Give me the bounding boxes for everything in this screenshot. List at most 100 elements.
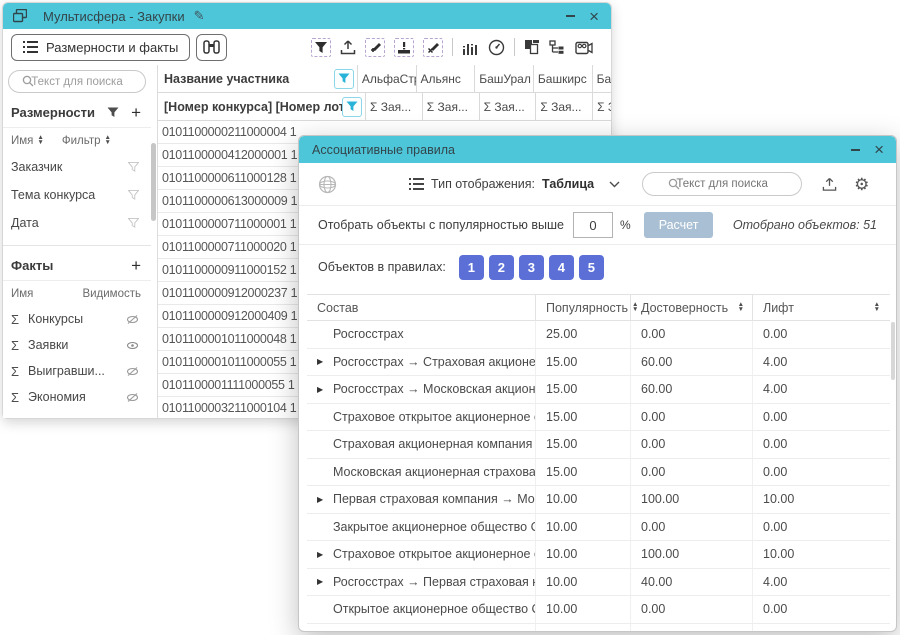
- hierarchy-button[interactable]: [549, 40, 566, 55]
- main-toolbar: Размерности и факты: [3, 29, 611, 65]
- rule-row[interactable]: ▶Росгосстрах 25.00 0.00 0.00: [307, 321, 890, 349]
- column-header[interactable]: АльфаСтр: [358, 65, 417, 92]
- rule-size-button-1[interactable]: 1: [459, 255, 484, 280]
- chevron-down-icon: [609, 181, 620, 188]
- dimension-item-tema-konkursa[interactable]: Тема конкурса: [3, 181, 151, 209]
- gauge-icon: [488, 39, 505, 56]
- edit-title-icon[interactable]: ✎: [194, 8, 205, 24]
- rule-row[interactable]: ▶Страховое открытое акционерное общест..…: [307, 541, 890, 569]
- edit-add-button[interactable]: [365, 38, 385, 57]
- add-dimension-button[interactable]: +: [131, 104, 141, 121]
- gauge-button[interactable]: [488, 39, 505, 56]
- filter-icon[interactable]: [128, 190, 139, 200]
- rule-row[interactable]: ▶Московская акционерная страховая комп..…: [307, 459, 890, 487]
- eye-slash-icon[interactable]: [126, 366, 139, 377]
- rule-size-button-5[interactable]: 5: [579, 255, 604, 280]
- column-header[interactable]: БашУрал: [475, 65, 534, 92]
- dialog-titlebar: Ассоциативные правила ×: [299, 136, 896, 163]
- sort-icon[interactable]: ▲▼: [738, 303, 744, 311]
- eye-slash-icon[interactable]: [126, 314, 139, 325]
- copy-button[interactable]: [524, 39, 540, 55]
- dimensions-filter-icon[interactable]: [107, 107, 119, 118]
- rule-row[interactable]: ▶Страховое открытое акционерное общест..…: [307, 404, 890, 432]
- sort-icon[interactable]: ▲▼: [104, 136, 110, 144]
- dimension-item-zakazchik[interactable]: Заказчик: [3, 153, 151, 181]
- column-header[interactable]: Баш: [593, 65, 611, 92]
- calculate-button[interactable]: Расчет: [644, 212, 714, 238]
- camera-button[interactable]: [575, 40, 593, 55]
- col-popularity[interactable]: Популярность ▲▼: [536, 295, 631, 320]
- rule-size-button-2[interactable]: 2: [489, 255, 514, 280]
- expand-icon[interactable]: ▶: [317, 495, 333, 504]
- expand-icon[interactable]: ▶: [317, 550, 333, 559]
- participant-name-header[interactable]: Название участника: [164, 72, 334, 86]
- col-filter-label[interactable]: Фильтр: [62, 135, 101, 147]
- dialog-export-button[interactable]: [822, 177, 837, 192]
- display-type-value: Таблица: [542, 177, 594, 191]
- participant-filter-button[interactable]: [334, 69, 354, 89]
- column-header[interactable]: Башкирс: [534, 65, 593, 92]
- toolbar-divider: [452, 38, 453, 56]
- dialog-search-input[interactable]: [642, 172, 802, 196]
- settings-button[interactable]: ⚙: [854, 176, 869, 193]
- col-lift[interactable]: Лифт ▲▼: [753, 295, 890, 320]
- edit-remove-button[interactable]: [423, 38, 443, 57]
- fact-item-ekonomiya[interactable]: Σ Экономия: [3, 384, 151, 410]
- eye-slash-icon[interactable]: [126, 392, 139, 403]
- rule-size-button-3[interactable]: 3: [519, 255, 544, 280]
- col-confidence[interactable]: Достоверность ▲▼: [631, 295, 753, 320]
- minimize-button[interactable]: [566, 15, 575, 17]
- measure-header[interactable]: Σ Зая...: [366, 93, 423, 120]
- measure-header[interactable]: Σ Зая...: [536, 93, 593, 120]
- dialog-scrollbar-thumb[interactable]: [891, 322, 895, 380]
- expand-icon[interactable]: ▶: [317, 385, 333, 394]
- dimension-item-data[interactable]: Дата: [3, 209, 151, 237]
- filter-icon[interactable]: [128, 162, 139, 172]
- fact-item-konkursy[interactable]: Σ Конкурсы: [3, 306, 151, 332]
- rule-row[interactable]: ▶Первая страховая компания → Московска..…: [307, 486, 890, 514]
- facts-title: Факты: [11, 258, 53, 273]
- column-header[interactable]: Альянс: [417, 65, 476, 92]
- close-button[interactable]: ×: [589, 8, 599, 25]
- rule-row[interactable]: ▶Открытое акционерное общество Страхов..…: [307, 596, 890, 624]
- export-toolbar-button[interactable]: [340, 40, 356, 55]
- eye-icon[interactable]: [126, 340, 139, 351]
- rule-row[interactable]: ▶Общество с ограниченной ответственност.…: [307, 624, 890, 632]
- rule-row[interactable]: ▶Закрытое акционерное общество Страхов..…: [307, 514, 890, 542]
- window-restore-icon: [13, 9, 27, 23]
- measure-header[interactable]: Σ З: [593, 93, 611, 120]
- fact-item-vyigravshie[interactable]: Σ Выигравши...: [3, 358, 151, 384]
- rule-row[interactable]: ▶Росгосстрах → Страховая акционерная ко.…: [307, 349, 890, 377]
- dialog-minimize-button[interactable]: [851, 149, 860, 151]
- rule-row[interactable]: ▶Росгосстрах → Первая страховая компания…: [307, 569, 890, 597]
- col-name-label[interactable]: Имя: [11, 135, 33, 147]
- dialog-close-button[interactable]: ×: [874, 141, 884, 158]
- rule-row[interactable]: ▶Страховая акционерная компания ЭНЕРГ...…: [307, 431, 890, 459]
- expand-icon[interactable]: ▶: [317, 577, 333, 586]
- rule-size-button-4[interactable]: 4: [549, 255, 574, 280]
- contest-number-header[interactable]: [Номер конкурса] [Номер лота]: [164, 100, 342, 114]
- scrollbar-thumb[interactable]: [151, 143, 156, 221]
- sort-icon[interactable]: ▲▼: [37, 136, 43, 144]
- histogram-button[interactable]: [462, 40, 479, 55]
- fact-item-zayavki[interactable]: Σ Заявки: [3, 332, 151, 358]
- web-graph-icon[interactable]: [318, 175, 337, 194]
- display-type-selector[interactable]: Тип отображения: Таблица: [409, 177, 620, 191]
- contest-filter-button[interactable]: [342, 97, 362, 117]
- alert-button[interactable]: [394, 38, 414, 57]
- sigma-icon: Σ: [11, 312, 19, 327]
- expand-icon[interactable]: ▶: [317, 357, 333, 366]
- popularity-threshold-input[interactable]: [573, 212, 613, 238]
- filter-toolbar-button[interactable]: [311, 38, 331, 57]
- dimensions-facts-button[interactable]: Размерности и факты: [11, 34, 190, 61]
- sigma-icon: Σ: [11, 338, 19, 353]
- rule-row[interactable]: ▶Росгосстрах → Московская акционерная с.…: [307, 376, 890, 404]
- add-fact-button[interactable]: +: [131, 257, 141, 274]
- measure-header[interactable]: Σ Зая...: [423, 93, 480, 120]
- col-sostav[interactable]: Состав: [307, 295, 536, 320]
- measure-header[interactable]: Σ Зая...: [480, 93, 537, 120]
- filter-icon[interactable]: [128, 218, 139, 228]
- sort-icon[interactable]: ▲▼: [874, 303, 880, 311]
- search-objects-button[interactable]: [196, 34, 227, 61]
- facts-columns: Имя Видимость: [3, 280, 151, 306]
